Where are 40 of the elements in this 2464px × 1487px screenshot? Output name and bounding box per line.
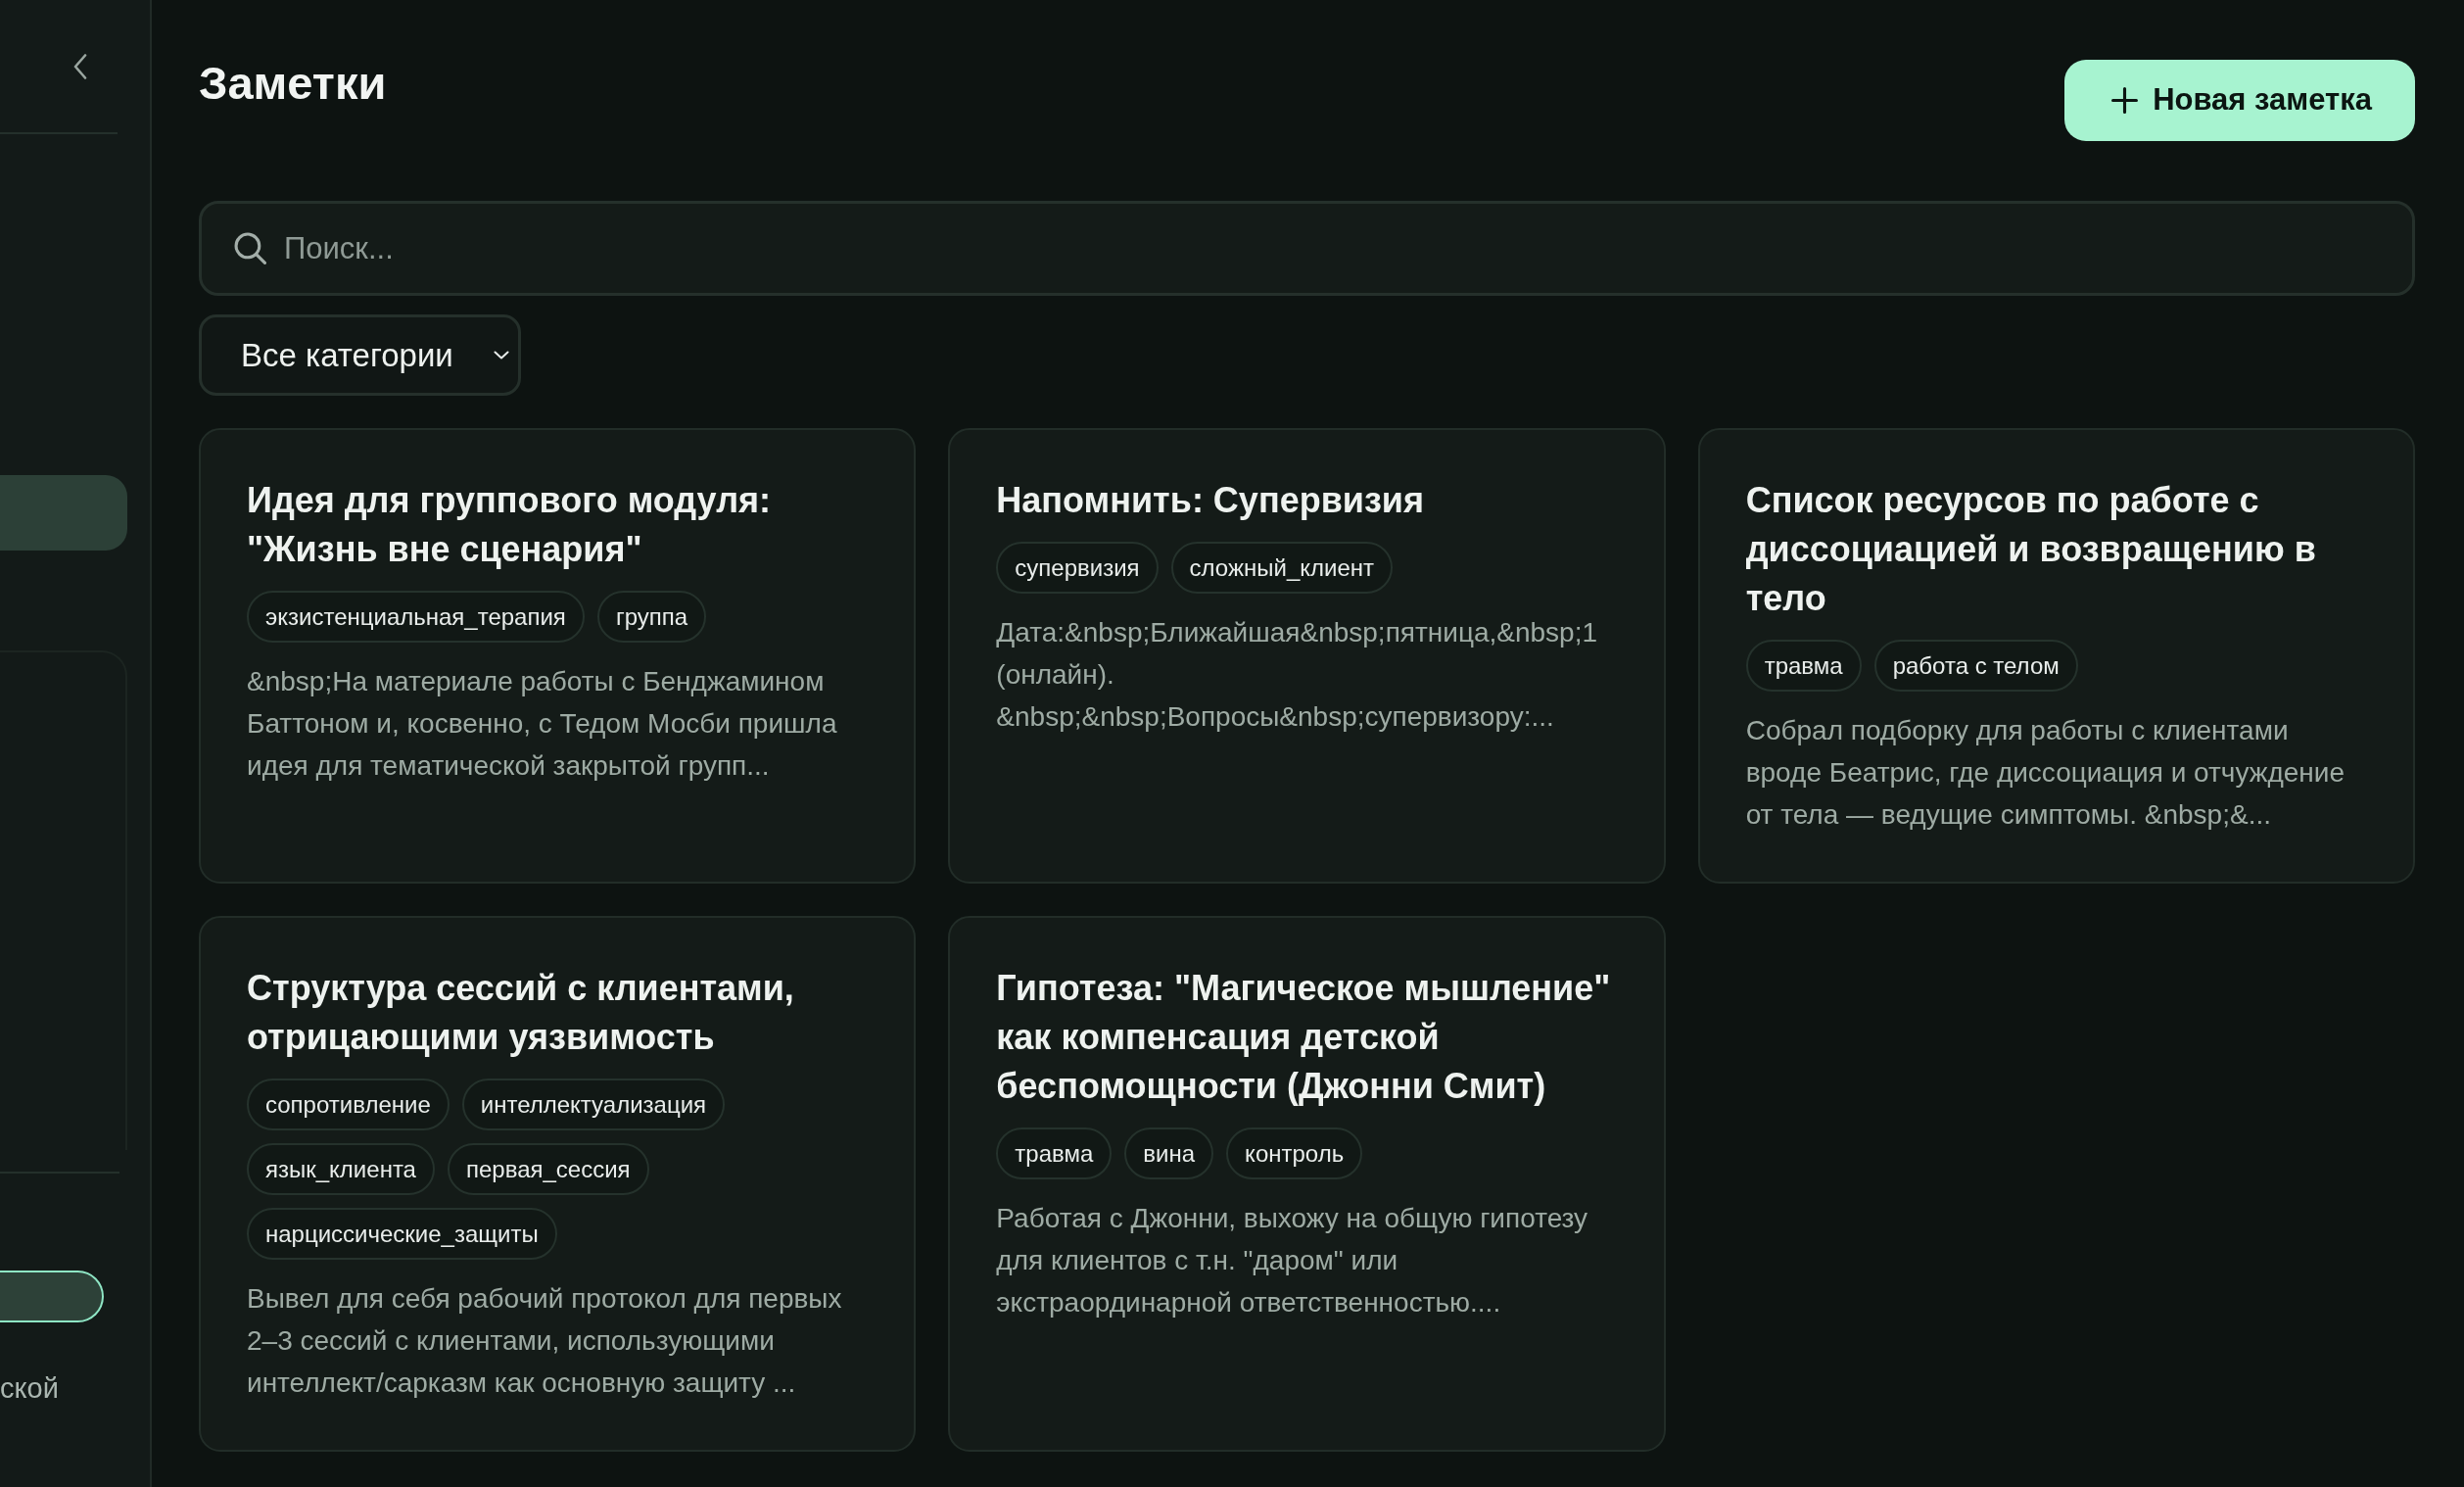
- page-title: Заметки: [199, 60, 387, 107]
- pill-button[interactable]: [0, 1271, 104, 1322]
- note-tag: язык_клиента: [247, 1143, 435, 1195]
- note-preview: Собрал подборку для работы с клиентами вроде Беатрис, где диссоциация и отчуждение от тела — ведущие симптомы. &nbsp;&...: [1745, 714, 2346, 832]
- note-tag: травма: [1745, 640, 1862, 692]
- note-title: Напомнить: Супервизия: [996, 479, 1425, 522]
- note-tag: травма: [996, 1127, 1113, 1179]
- note-preview: Вывел для себя рабочий протокол для первых 2–3 сессий с клиентами, использующими интеллект/сарказм как основную защиту ...: [247, 1282, 843, 1400]
- search-field[interactable]: Поиск...: [199, 201, 2415, 296]
- note-preview: Дата:&nbsp;Ближайшая&nbsp;пятница,&nbsp;1 (онлайн). &nbsp;&nbsp;Вопросы&nbsp;супервизору:...: [996, 616, 1599, 734]
- note-title: Идея для группового модуля: "Жизнь вне сценария": [247, 479, 773, 571]
- sidebar-text: ской: [0, 1371, 59, 1406]
- note-card[interactable]: [948, 916, 1666, 1452]
- note-title: Список ресурсов по работе с диссоциацией и возвращению в тело: [1745, 479, 2317, 620]
- note-tag: контроль: [1226, 1127, 1363, 1179]
- search-icon: [234, 232, 266, 264]
- note-tag: группа: [596, 591, 707, 643]
- note-tag: сложный_клиент: [1170, 542, 1394, 594]
- chevron-down-icon: [494, 351, 509, 360]
- note-tag: сопротивление: [247, 1079, 450, 1130]
- note-tag: интеллектуализация: [461, 1079, 726, 1130]
- note-tag: экзистенциальная_терапия: [247, 591, 585, 643]
- note-card[interactable]: [199, 916, 917, 1452]
- note-title: Структура сессий с клиентами, отрицающими уязвимость: [247, 967, 795, 1059]
- new-note-button[interactable]: Новая заметка: [2064, 60, 2415, 141]
- note-card[interactable]: [1697, 428, 2415, 884]
- note-tag: вина: [1124, 1127, 1214, 1179]
- note-tag: супервизия: [996, 542, 1159, 594]
- chevron-left-icon: [73, 54, 87, 79]
- plus-icon: [2111, 87, 2139, 114]
- note-tag: нарциссические_защиты: [247, 1208, 557, 1260]
- note-tag: работа с телом: [1873, 640, 2078, 692]
- note-card[interactable]: [199, 428, 917, 884]
- note-title: Гипотеза: "Магическое мышление" как компенсация детской беспомощности (Джонни Смит): [996, 967, 1612, 1108]
- collapse-sidebar-button[interactable]: [73, 54, 87, 79]
- note-preview: &nbsp;На материале работы с Бенджамином Баттоном и, косвенно, с Тедом Мосби пришла идея для тематической закрытой групп...: [247, 665, 838, 783]
- note-preview: Работая с Джонни, выхожу на общую гипотезу для клиентов с т.н. "даром" или экстраординарной ответственностью....: [996, 1202, 1589, 1319]
- note-tag: первая_сессия: [447, 1143, 649, 1195]
- category-dropdown[interactable]: Все категории: [199, 314, 521, 396]
- note-card[interactable]: Напомнить: Супервизия супервизия сложный_клиент Дата:&nbsp;Ближайшая&nbsp;пятница,&nbsp;1 (онлайн). &nbsp;&nbsp;Вопросы&nbsp;супервизору:...: [948, 428, 1666, 884]
